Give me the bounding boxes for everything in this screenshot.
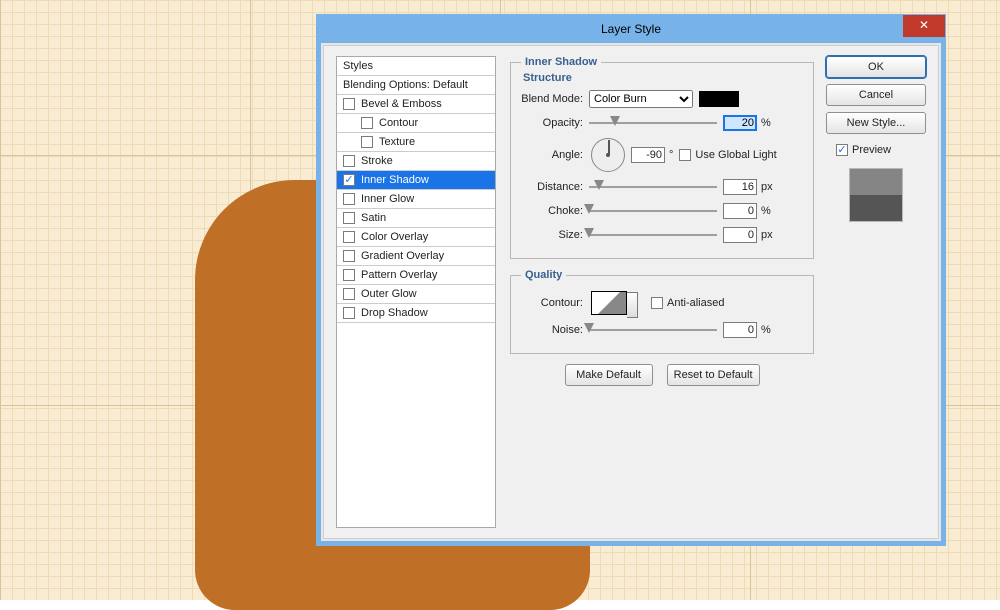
style-item-checkbox[interactable] [361,136,373,148]
blend-mode-select[interactable]: Color Burn [589,90,693,108]
use-global-light-checkbox[interactable] [679,149,691,161]
style-item-label: Satin [361,212,386,224]
angle-label: Angle: [521,149,589,161]
choke-slider[interactable] [589,204,717,218]
blend-mode-label: Blend Mode: [521,93,589,105]
style-item-checkbox[interactable] [343,193,355,205]
noise-unit: % [761,324,771,336]
styles-list: Styles Blending Options: Default Bevel &… [336,56,496,528]
style-item-color-overlay[interactable]: Color Overlay [337,228,495,247]
ok-button[interactable]: OK [826,56,926,78]
preview-swatch [849,168,903,222]
style-item-checkbox[interactable] [361,117,373,129]
make-default-button[interactable]: Make Default [565,364,653,386]
blending-options-header[interactable]: Blending Options: Default [337,76,495,95]
style-item-gradient-overlay[interactable]: Gradient Overlay [337,247,495,266]
opacity-unit: % [761,117,771,129]
style-item-label: Bevel & Emboss [361,98,442,110]
angle-unit: ° [669,149,673,161]
distance-slider[interactable] [589,180,717,194]
style-item-outer-glow[interactable]: Outer Glow [337,285,495,304]
style-item-label: Inner Shadow [361,174,429,186]
close-button[interactable]: ✕ [903,15,945,37]
styles-header[interactable]: Styles [337,57,495,76]
style-item-checkbox[interactable] [343,155,355,167]
style-item-checkbox[interactable] [343,98,355,110]
style-item-inner-shadow[interactable]: Inner Shadow [337,171,495,190]
new-style-button[interactable]: New Style... [826,112,926,134]
contour-picker[interactable] [591,291,627,315]
use-global-light-label: Use Global Light [695,149,776,161]
style-item-checkbox[interactable] [343,269,355,281]
quality-group: Quality Contour: Anti-aliased Noise: 0 % [510,269,814,354]
style-item-checkbox[interactable] [343,212,355,224]
distance-label: Distance: [521,181,589,193]
anti-aliased-label: Anti-aliased [667,297,724,309]
noise-input[interactable]: 0 [723,322,757,338]
style-item-checkbox[interactable] [343,174,355,186]
noise-label: Noise: [521,324,589,336]
style-item-checkbox[interactable] [343,231,355,243]
size-label: Size: [521,229,589,241]
contour-label: Contour: [521,297,589,309]
style-item-label: Contour [379,117,418,129]
choke-label: Choke: [521,205,589,217]
dialog-body: Styles Blending Options: Default Bevel &… [323,45,939,539]
inner-shadow-title: Inner Shadow [521,56,601,68]
style-item-inner-glow[interactable]: Inner Glow [337,190,495,209]
style-item-label: Color Overlay [361,231,428,243]
size-unit: px [761,229,773,241]
style-item-checkbox[interactable] [343,307,355,319]
style-item-label: Pattern Overlay [361,269,437,281]
style-item-bevel-emboss[interactable]: Bevel & Emboss [337,95,495,114]
style-item-stroke[interactable]: Stroke [337,152,495,171]
size-input[interactable]: 0 [723,227,757,243]
style-item-label: Texture [379,136,415,148]
right-column: OK Cancel New Style... Preview [826,56,926,222]
choke-input[interactable]: 0 [723,203,757,219]
style-item-contour[interactable]: Contour [337,114,495,133]
close-icon: ✕ [919,18,929,32]
opacity-input[interactable]: 20 [723,115,757,131]
inner-shadow-group: Inner Shadow Structure Blend Mode: Color… [510,56,814,259]
style-item-label: Stroke [361,155,393,167]
style-item-label: Drop Shadow [361,307,428,319]
distance-input[interactable]: 16 [723,179,757,195]
distance-unit: px [761,181,773,193]
preview-label: Preview [852,144,891,156]
noise-slider[interactable] [589,323,717,337]
preview-checkbox[interactable] [836,144,848,156]
quality-title: Quality [521,269,566,281]
structure-title: Structure [523,72,803,84]
angle-knob[interactable] [591,138,625,172]
settings-panel: Inner Shadow Structure Blend Mode: Color… [510,56,814,386]
anti-aliased-checkbox[interactable] [651,297,663,309]
style-item-drop-shadow[interactable]: Drop Shadow [337,304,495,323]
style-item-checkbox[interactable] [343,288,355,300]
choke-unit: % [761,205,771,217]
shadow-color-swatch[interactable] [699,91,739,107]
dialog-titlebar[interactable]: Layer Style ✕ [317,15,945,43]
style-item-label: Inner Glow [361,193,414,205]
opacity-label: Opacity: [521,117,589,129]
opacity-slider[interactable] [589,116,717,130]
dialog-title: Layer Style [601,22,661,36]
layer-style-dialog: Layer Style ✕ Styles Blending Options: D… [316,14,946,546]
cancel-button[interactable]: Cancel [826,84,926,106]
reset-default-button[interactable]: Reset to Default [667,364,760,386]
angle-input[interactable]: -90 [631,147,665,163]
style-item-checkbox[interactable] [343,250,355,262]
style-item-label: Gradient Overlay [361,250,444,262]
size-slider[interactable] [589,228,717,242]
style-item-texture[interactable]: Texture [337,133,495,152]
style-item-label: Outer Glow [361,288,417,300]
style-item-satin[interactable]: Satin [337,209,495,228]
style-item-pattern-overlay[interactable]: Pattern Overlay [337,266,495,285]
